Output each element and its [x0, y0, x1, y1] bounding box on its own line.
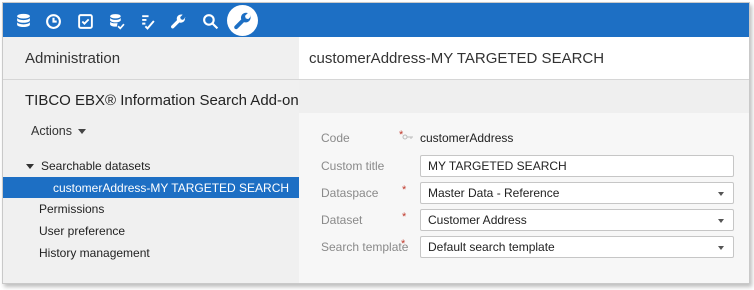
chevron-down-icon	[718, 192, 724, 196]
tree-item-label: Permissions	[39, 202, 105, 216]
field-row-dataset: Dataset * Customer Address	[299, 209, 749, 233]
field-label-search-template: Search template	[321, 240, 409, 254]
search-icon[interactable]	[197, 8, 223, 34]
tree-group-searchable-datasets[interactable]: Searchable datasets	[3, 155, 299, 177]
dataspace-select[interactable]: Master Data - Reference	[420, 182, 734, 204]
toolbar-band	[299, 80, 749, 113]
main-panel: customerAddress-MY TARGETED SEARCH Code …	[299, 37, 749, 283]
tree-item-permissions[interactable]: Permissions	[3, 198, 299, 220]
panel-title: Administration	[25, 50, 121, 67]
required-marker: *	[402, 184, 407, 196]
actions-label: Actions	[31, 124, 72, 138]
chevron-down-icon	[718, 219, 724, 223]
field-row-search-template: Search template * Default search templat…	[299, 236, 749, 260]
navigation-tree: Searchable datasets customerAddress-MY T…	[3, 155, 299, 264]
database-check-icon[interactable]	[103, 8, 129, 34]
required-marker: *	[402, 211, 407, 223]
custom-title-input[interactable]: MY TARGETED SEARCH	[420, 155, 734, 177]
wrench-icon-active[interactable]	[227, 5, 258, 36]
database-icon[interactable]	[10, 8, 36, 34]
tree-item-label: customerAddress-MY TARGETED SEARCH	[53, 180, 290, 195]
window-frame: Administration TIBCO EBX® Information Se…	[2, 2, 750, 284]
record-title: customerAddress-MY TARGETED SEARCH	[309, 50, 605, 67]
search-template-select[interactable]: Default search template	[420, 236, 734, 258]
tree-item-label: User preference	[39, 224, 126, 238]
wrench-icon[interactable]	[165, 8, 191, 34]
field-label-dataspace: Dataspace	[321, 186, 379, 200]
field-value-dataspace: Master Data - Reference	[428, 186, 560, 200]
field-label-custom-title: Custom title	[321, 159, 385, 173]
tree-item-label: History management	[39, 246, 150, 260]
tree-item-user-preference[interactable]: User preference	[3, 220, 299, 242]
field-label-code: Code	[321, 131, 350, 145]
dataset-select[interactable]: Customer Address	[420, 209, 734, 231]
task-check-icon[interactable]	[72, 8, 98, 34]
chevron-down-icon	[718, 246, 724, 250]
field-label-dataset: Dataset	[321, 213, 363, 227]
expand-triangle-icon[interactable]	[26, 163, 34, 169]
chevron-down-icon	[78, 128, 86, 134]
field-row-custom-title: Custom title MY TARGETED SEARCH	[299, 155, 749, 179]
field-value-dataset: Customer Address	[428, 213, 527, 227]
tree-group-label: Searchable datasets	[41, 159, 151, 173]
field-value-code: customerAddress	[420, 131, 514, 145]
edit-check-icon[interactable]	[134, 8, 160, 34]
record-form: Code * customerAddress Custom title MY T…	[299, 113, 749, 283]
required-marker: *	[401, 238, 406, 250]
field-value-search-template: Default search template	[428, 240, 555, 254]
tree-item-selected-dataset[interactable]: customerAddress-MY TARGETED SEARCH	[3, 177, 299, 198]
divider	[3, 79, 299, 80]
tree-item-history-management[interactable]: History management	[3, 242, 299, 264]
left-panel: Administration TIBCO EBX® Information Se…	[3, 37, 299, 283]
app-name: TIBCO EBX® Information Search Add-on	[25, 92, 299, 109]
top-toolbar	[3, 3, 749, 37]
field-row-code: Code * customerAddress	[299, 127, 749, 151]
actions-menu-button[interactable]: Actions	[31, 124, 86, 138]
key-icon	[402, 134, 413, 140]
field-value-custom-title: MY TARGETED SEARCH	[428, 159, 567, 173]
field-row-dataspace: Dataspace * Master Data - Reference	[299, 182, 749, 206]
clock-icon[interactable]	[40, 8, 66, 34]
